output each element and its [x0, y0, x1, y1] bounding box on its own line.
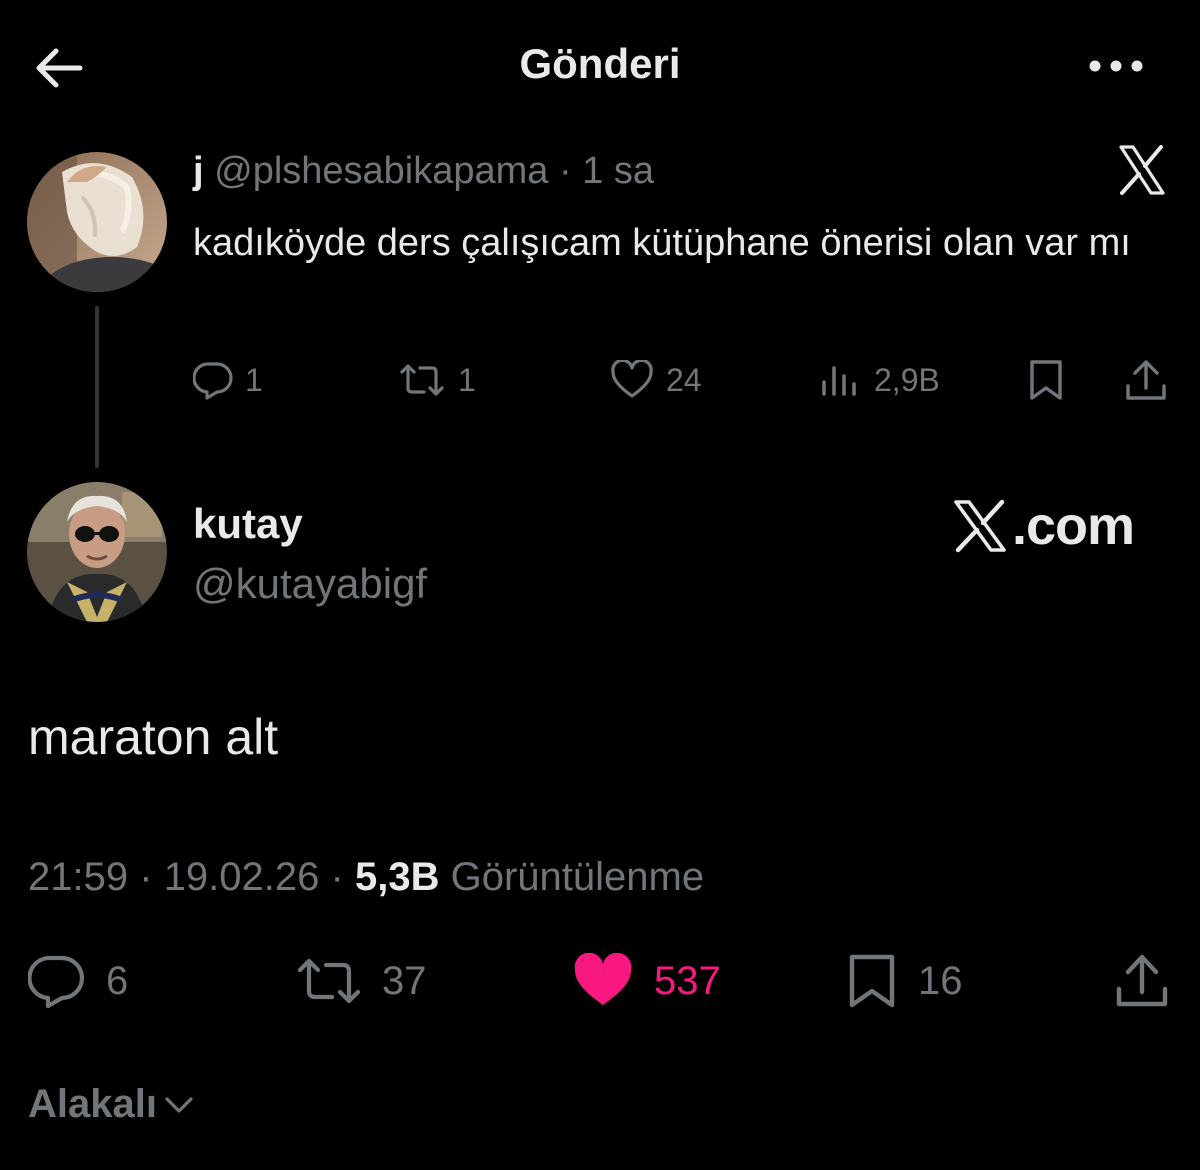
repost-icon	[297, 958, 361, 1004]
parent-repost-button[interactable]: 1	[398, 358, 476, 402]
like-icon	[574, 953, 632, 1005]
parent-repost-count: 1	[458, 361, 476, 398]
meta-separator: ·	[559, 150, 572, 192]
views-label[interactable]: Görüntülenme	[451, 855, 704, 899]
more-button[interactable]	[1086, 44, 1146, 88]
bookmark-count: 16	[918, 958, 963, 1003]
parent-timestamp[interactable]: 1 sa	[582, 150, 654, 192]
x-logo-icon	[1118, 145, 1166, 195]
parent-avatar[interactable]	[27, 152, 167, 292]
watermark-text: .com	[1012, 496, 1135, 556]
parent-meta: j @plshesabikapama · 1 sa	[193, 150, 654, 193]
parent-share-button[interactable]	[1124, 358, 1168, 402]
reply-count: 6	[106, 958, 129, 1003]
meta-separator: ·	[330, 855, 344, 899]
tweet-text: maraton alt	[28, 709, 279, 765]
like-count: 537	[654, 958, 721, 1003]
share-icon	[1116, 954, 1168, 1007]
parent-author-name[interactable]: j	[193, 150, 204, 192]
reply-icon	[193, 362, 233, 400]
parent-tweet-text: kadıköyde ders çalışıcam kütüphane öneri…	[193, 222, 1131, 264]
meta-separator: ·	[139, 855, 153, 899]
reply-icon	[28, 955, 85, 1009]
author-handle[interactable]: @kutayabigf	[193, 560, 427, 608]
repost-icon	[400, 364, 444, 396]
tweet-date[interactable]: 19.02.26	[164, 855, 320, 899]
bookmark-button[interactable]: 16	[846, 952, 963, 1010]
chevron-down-icon	[165, 1096, 193, 1113]
reply-button[interactable]: 6	[28, 952, 128, 1010]
parent-views-button[interactable]: 2,9B	[818, 358, 940, 402]
parent-like-count: 24	[666, 361, 702, 398]
parent-reply-count: 1	[245, 361, 263, 398]
share-icon	[1126, 360, 1166, 400]
views-count[interactable]: 5,3B	[355, 855, 440, 899]
bookmark-icon	[849, 954, 895, 1008]
x-watermark: .com	[952, 496, 1135, 556]
sort-dropdown[interactable]: Alakalı	[28, 1082, 195, 1127]
author-name[interactable]: kutay	[193, 500, 303, 548]
bookmark-icon	[1030, 360, 1062, 400]
parent-like-button[interactable]: 24	[610, 358, 702, 402]
thread-connector	[95, 306, 99, 468]
parent-views-count: 2,9B	[874, 361, 940, 398]
repost-count: 37	[382, 958, 427, 1003]
parent-author-handle[interactable]: @plshesabikapama	[214, 150, 548, 192]
share-button[interactable]	[1114, 952, 1170, 1010]
page-title: Gönderi	[519, 40, 681, 87]
like-icon	[611, 360, 653, 398]
parent-reply-button[interactable]: 1	[193, 358, 263, 402]
tweet-meta: 21:59 · 19.02.26 · 5,3B Görüntülenme	[28, 855, 704, 900]
tweet-time[interactable]: 21:59	[28, 855, 128, 899]
like-button[interactable]: 537	[572, 952, 721, 1010]
sort-label: Alakalı	[28, 1082, 157, 1126]
repost-button[interactable]: 37	[296, 952, 427, 1010]
more-icon	[1089, 60, 1143, 72]
views-icon	[822, 366, 856, 396]
parent-bookmark-button[interactable]	[1026, 358, 1066, 402]
x-logo-icon	[954, 499, 1006, 553]
author-avatar[interactable]	[27, 482, 167, 622]
